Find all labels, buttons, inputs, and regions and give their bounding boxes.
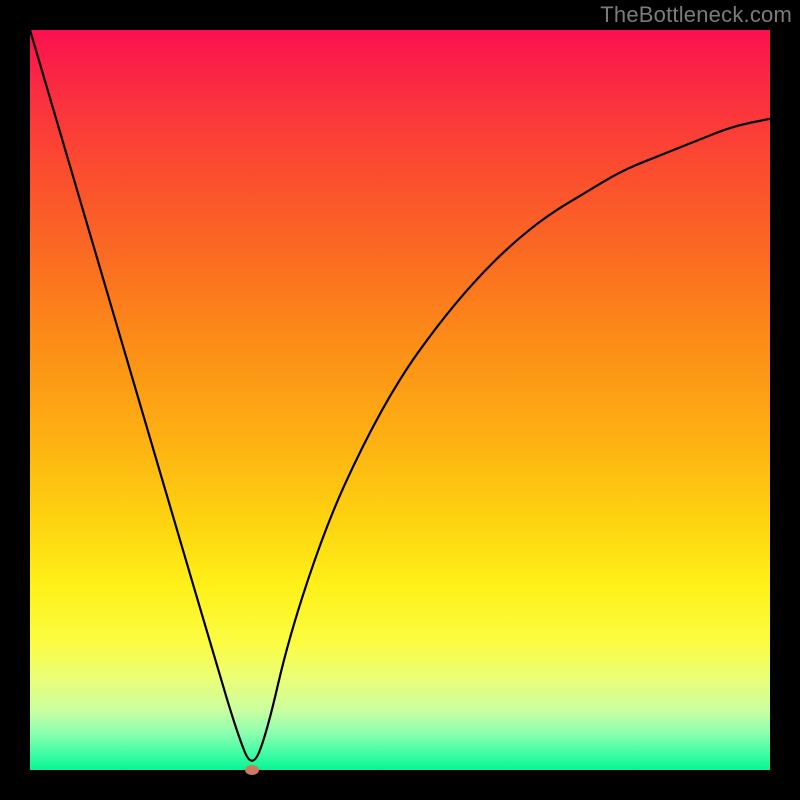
bottleneck-curve [30, 30, 770, 770]
watermark-text: TheBottleneck.com [600, 2, 792, 28]
chart-frame: TheBottleneck.com [0, 0, 800, 800]
minimum-marker-icon [245, 765, 259, 775]
